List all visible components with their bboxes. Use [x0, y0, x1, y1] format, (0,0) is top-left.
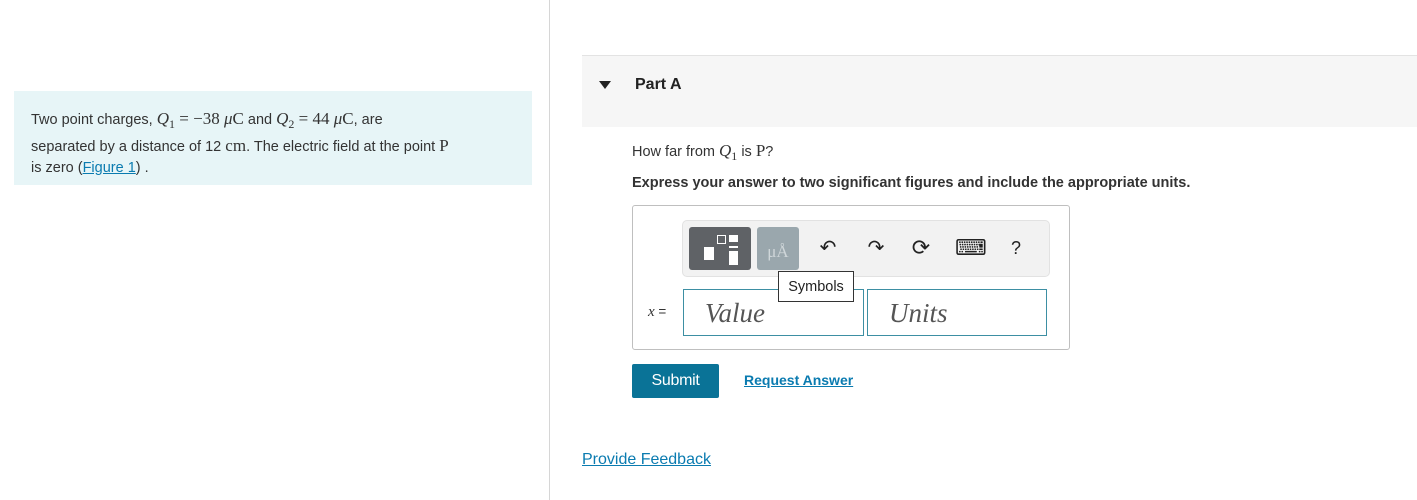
q1-symbol: Q — [719, 141, 732, 160]
problem-text: ) . — [135, 159, 149, 176]
part-title: Part A — [635, 76, 682, 93]
keyboard-icon[interactable]: ⌨ — [955, 237, 987, 259]
variable-x: x — [648, 304, 655, 320]
problem-text: , are — [353, 112, 383, 128]
answer-variable-label: x = — [648, 304, 666, 321]
coulomb-unit: C — [342, 109, 354, 128]
q1-symbol: Q — [156, 109, 170, 128]
question-text: How far from Q1 is P? — [632, 141, 773, 164]
symbols-tooltip: Symbols — [778, 271, 854, 302]
template-box-icon — [729, 235, 738, 242]
point-p-symbol: P — [439, 135, 449, 155]
request-answer-link[interactable]: Request Answer — [744, 372, 853, 388]
mu-symbol: μ — [223, 109, 233, 128]
template-fraction-icon — [729, 246, 738, 248]
answer-instruction: Express your answer to two significant f… — [632, 175, 1191, 191]
mu-symbol: μ — [333, 109, 343, 128]
symbols-button[interactable]: μÅ — [757, 227, 799, 270]
units-input[interactable]: Units — [867, 289, 1047, 336]
question-is: is — [737, 144, 756, 160]
coulomb-unit: C — [232, 109, 244, 128]
problem-text: and — [243, 112, 277, 128]
cm-unit: cm — [225, 135, 247, 155]
q2-symbol: Q — [276, 109, 289, 128]
problem-text: separated by a distance of 12 — [31, 138, 226, 155]
collapse-caret-icon[interactable] — [599, 81, 611, 89]
problem-text: . The electric field at the point — [246, 138, 440, 155]
reset-icon[interactable]: ⟳ — [909, 237, 933, 259]
q2-value: = 44 — [294, 109, 334, 128]
problem-text: is zero ( — [31, 159, 83, 176]
question-mark: ? — [765, 144, 774, 160]
units-placeholder: Units — [889, 298, 948, 328]
q1-value: = −38 — [175, 109, 224, 128]
template-box-icon — [729, 251, 738, 265]
problem-statement: Two point charges, Q1 = −38 μC and Q2 = … — [14, 91, 532, 185]
templates-button[interactable] — [689, 227, 751, 270]
help-icon[interactable]: ? — [1004, 238, 1028, 258]
column-divider — [549, 0, 550, 500]
figure-link[interactable]: Figure 1 — [83, 160, 136, 176]
value-placeholder: Value — [705, 298, 765, 328]
template-box-icon — [717, 235, 726, 244]
redo-icon[interactable]: ↷ — [864, 238, 888, 258]
submit-button[interactable]: Submit — [632, 364, 719, 398]
point-p-symbol: P — [755, 141, 766, 160]
problem-text: Two point charges, — [31, 112, 157, 128]
part-header[interactable]: Part A — [582, 55, 1417, 127]
provide-feedback-link[interactable]: Provide Feedback — [582, 451, 711, 469]
undo-icon[interactable]: ↶ — [816, 238, 840, 258]
equals-sign: = — [654, 304, 667, 319]
question-prefix: How far from — [632, 144, 720, 160]
template-box-icon — [704, 247, 714, 260]
